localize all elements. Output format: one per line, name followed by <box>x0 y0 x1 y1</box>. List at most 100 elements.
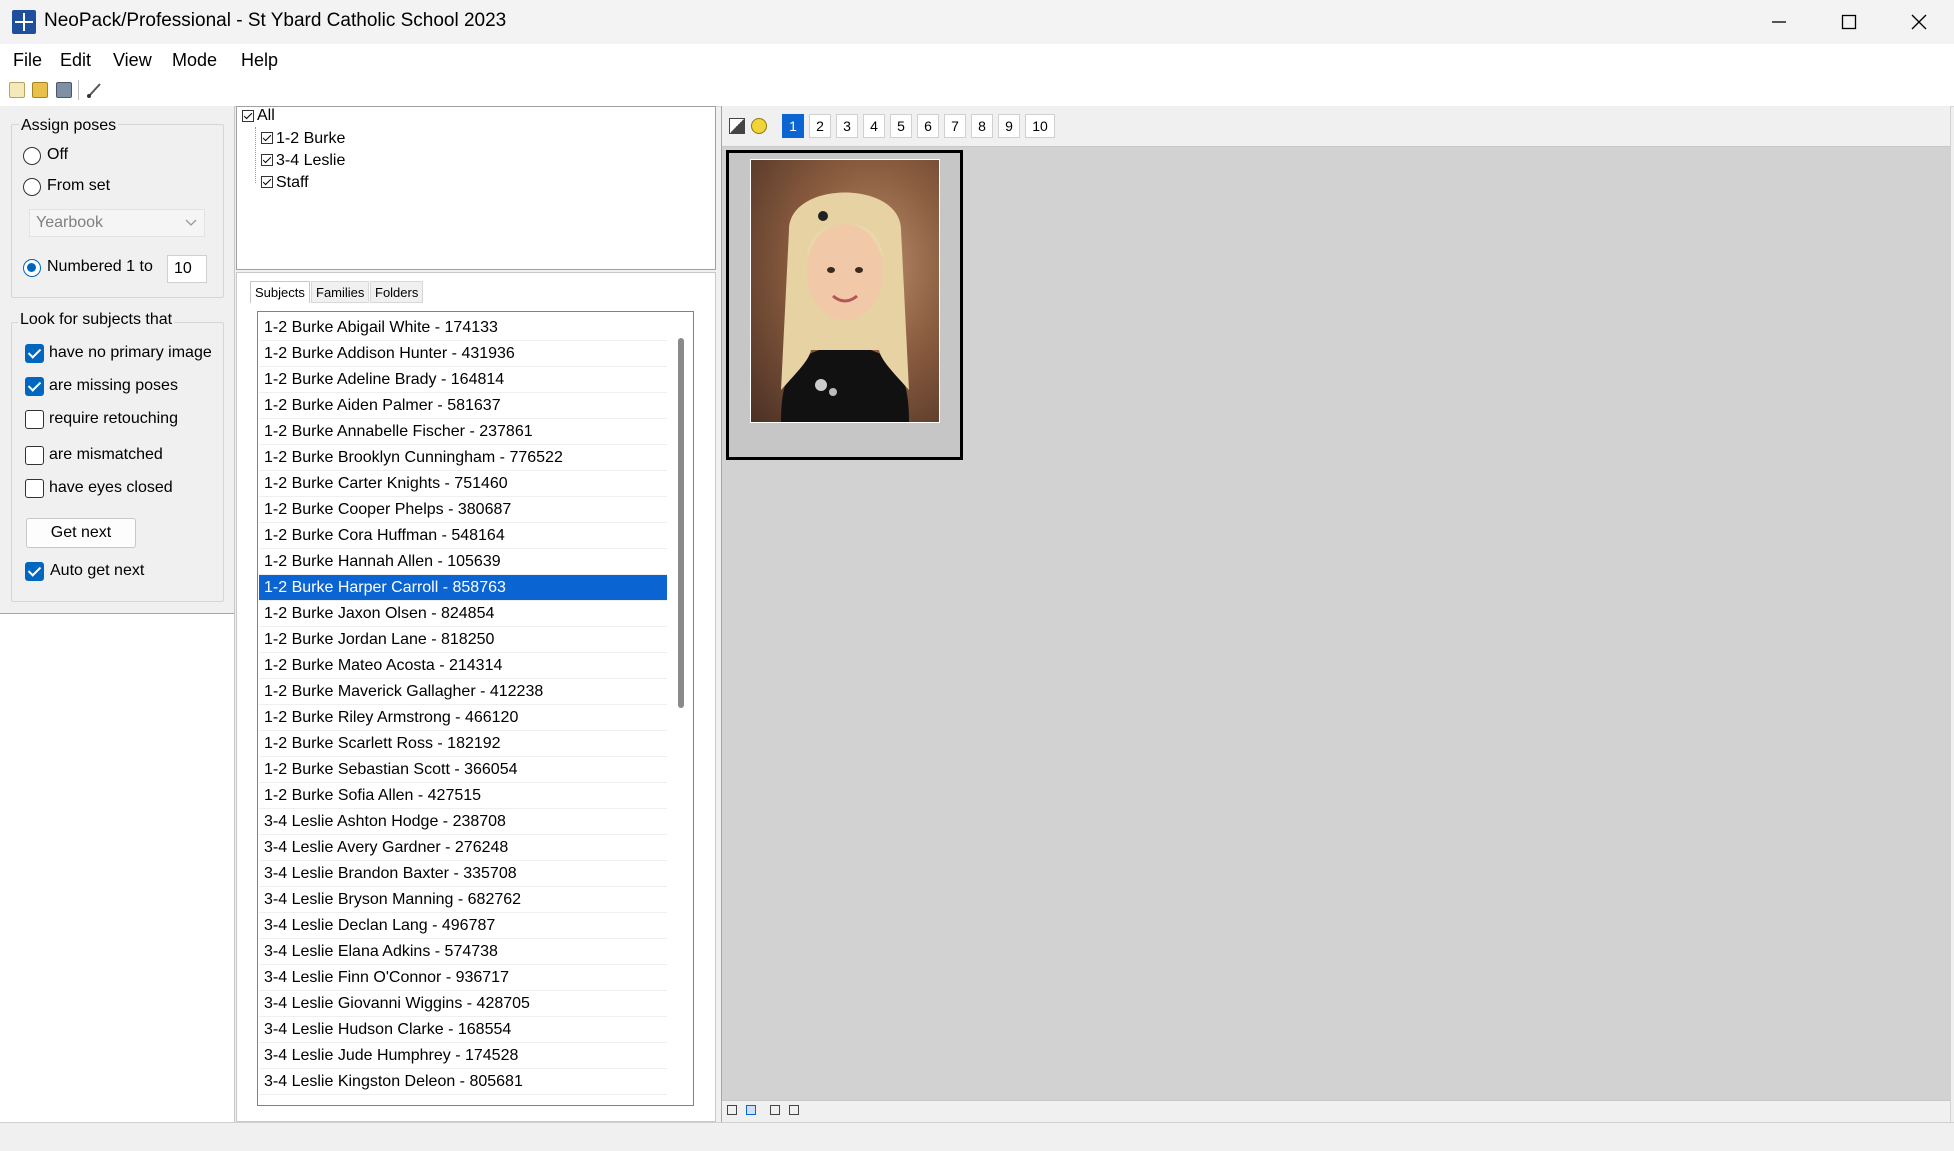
from-set-label: From set <box>47 177 111 194</box>
brush-icon[interactable] <box>86 82 102 98</box>
require-retouching-label: require retouching <box>49 410 178 427</box>
missing-poses-checkbox[interactable] <box>25 377 44 396</box>
require-retouching-checkbox[interactable] <box>25 410 44 429</box>
list-item[interactable]: 1-2 Burke Scarlett Ross - 182192 <box>259 731 667 757</box>
list-item[interactable]: 1-2 Burke Hannah Allen - 105639 <box>259 549 667 575</box>
numbered-count-input[interactable]: 10 <box>167 255 207 283</box>
brush-icon-glyph <box>87 83 101 98</box>
list-item[interactable]: 3-4 Leslie Finn O'Connor - 936717 <box>259 965 667 991</box>
list-item[interactable]: 1-2 Burke Mateo Acosta - 214314 <box>259 653 667 679</box>
menu-view[interactable]: View <box>113 50 152 71</box>
list-item[interactable]: 3-4 Leslie Kingston Deleon - 805681 <box>259 1069 667 1095</box>
list-item[interactable]: 1-2 Burke Brooklyn Cunningham - 776522 <box>259 445 667 471</box>
list-item[interactable]: 3-4 Leslie Avery Gardner - 276248 <box>259 835 667 861</box>
window-title: NeoPack/Professional - St Ybard Catholic… <box>44 10 507 31</box>
list-item[interactable]: 3-4 Leslie Brandon Baxter - 335708 <box>259 861 667 887</box>
face-icon[interactable] <box>751 118 767 134</box>
subject-photo <box>750 159 940 423</box>
list-item[interactable]: 1-2 Burke Jordan Lane - 818250 <box>259 627 667 653</box>
list-item[interactable]: 3-4 Leslie Ashton Hodge - 238708 <box>259 809 667 835</box>
eyes-closed-checkbox[interactable] <box>25 479 44 498</box>
pose-button-9[interactable]: 9 <box>998 114 1020 138</box>
pose-button-6[interactable]: 6 <box>917 114 939 138</box>
maximize-icon <box>1841 14 1857 30</box>
pose-button-5[interactable]: 5 <box>890 114 912 138</box>
save-icon[interactable] <box>56 82 72 98</box>
list-item[interactable]: 3-4 Leslie Jude Humphrey - 174528 <box>259 1043 667 1069</box>
chevron-down-icon <box>185 219 197 226</box>
pose-button-7[interactable]: 7 <box>944 114 966 138</box>
pose-set-select[interactable]: Yearbook <box>29 209 205 237</box>
list-item[interactable]: 1-2 Burke Abigail White - 174133 <box>259 315 667 341</box>
list-item[interactable]: 1-2 Burke Addison Hunter - 431936 <box>259 341 667 367</box>
tab-subjects[interactable]: Subjects <box>250 281 310 303</box>
status-bar <box>0 1122 1954 1151</box>
tree-check-all[interactable] <box>242 110 254 122</box>
new-icon[interactable] <box>9 82 25 98</box>
tree-check-3-4-leslie[interactable] <box>261 154 273 166</box>
auto-get-next-checkbox[interactable] <box>25 562 44 581</box>
list-item[interactable]: 3-4 Leslie Giovanni Wiggins - 428705 <box>259 991 667 1017</box>
list-item[interactable]: 3-4 Leslie Declan Lang - 496787 <box>259 913 667 939</box>
list-item[interactable]: 3-4 Leslie Hudson Clarke - 168554 <box>259 1017 667 1043</box>
list-item[interactable]: 3-4 Leslie Elana Adkins - 574738 <box>259 939 667 965</box>
lock-view-icon[interactable] <box>789 1105 799 1115</box>
menu-mode[interactable]: Mode <box>172 50 217 71</box>
contrast-icon[interactable] <box>729 118 745 134</box>
list-item[interactable]: 1-2 Burke Sofia Allen - 427515 <box>259 783 667 809</box>
list-scrollbar-thumb[interactable] <box>678 338 684 708</box>
pose-button-1[interactable]: 1 <box>782 114 804 138</box>
tree-item-1-2-burke[interactable]: 1-2 Burke <box>276 130 345 148</box>
list-item[interactable]: 3-4 Leslie Bryson Manning - 682762 <box>259 887 667 913</box>
open-icon[interactable] <box>32 82 48 98</box>
close-icon <box>1911 14 1927 30</box>
list-item[interactable]: 1-2 Burke Cora Huffman - 548164 <box>259 523 667 549</box>
list-item[interactable]: 1-2 Burke Annabelle Fischer - 237861 <box>259 419 667 445</box>
list-item[interactable]: 1-2 Burke Maverick Gallagher - 412238 <box>259 679 667 705</box>
toolbar <box>0 76 1954 107</box>
tree-item-staff[interactable]: Staff <box>276 174 309 192</box>
numbered-radio[interactable] <box>23 259 41 277</box>
tree-item-all[interactable]: All <box>257 107 275 125</box>
tree-check-1-2-burke[interactable] <box>261 132 273 144</box>
off-radio[interactable] <box>23 147 41 165</box>
grid-view-icon[interactable] <box>746 1105 756 1115</box>
pose-button-4[interactable]: 4 <box>863 114 885 138</box>
menu-edit[interactable]: Edit <box>60 50 91 71</box>
from-set-radio[interactable] <box>23 178 41 196</box>
tab-folders[interactable]: Folders <box>370 281 424 303</box>
list-item[interactable]: 1-2 Burke Aiden Palmer - 581637 <box>259 393 667 419</box>
close-button[interactable] <box>1884 0 1954 44</box>
list-item[interactable]: 1-2 Burke Sebastian Scott - 366054 <box>259 757 667 783</box>
list-item-selected[interactable]: 1-2 Burke Harper Carroll - 858763 <box>259 575 667 601</box>
pose-button-2[interactable]: 2 <box>809 114 831 138</box>
no-primary-image-checkbox[interactable] <box>25 344 44 363</box>
list-item[interactable]: 1-2 Burke Riley Armstrong - 466120 <box>259 705 667 731</box>
pose-button-8[interactable]: 8 <box>971 114 993 138</box>
list-item[interactable]: 1-2 Burke Adeline Brady - 164814 <box>259 367 667 393</box>
tree-connector <box>255 127 257 183</box>
maximize-button[interactable] <box>1814 0 1884 44</box>
menu-file[interactable]: File <box>13 50 42 71</box>
menu-bar <box>0 44 1954 76</box>
mismatched-checkbox[interactable] <box>25 446 44 465</box>
tab-families[interactable]: Families <box>311 281 370 303</box>
list-item[interactable]: 1-2 Burke Cooper Phelps - 380687 <box>259 497 667 523</box>
pose-button-10[interactable]: 10 <box>1025 114 1055 138</box>
no-primary-image-label: have no primary image <box>49 344 212 361</box>
list-item[interactable]: 1-2 Burke Carter Knights - 751460 <box>259 471 667 497</box>
tree-check-staff[interactable] <box>261 176 273 188</box>
get-next-button[interactable]: Get next <box>26 518 136 548</box>
auto-get-next-label: Auto get next <box>50 562 145 579</box>
list-item[interactable]: 1-2 Burke Jaxon Olsen - 824854 <box>259 601 667 627</box>
compare-view-icon[interactable] <box>770 1105 780 1115</box>
minimize-button[interactable] <box>1744 0 1814 44</box>
single-view-icon[interactable] <box>727 1105 737 1115</box>
off-label: Off <box>47 146 69 163</box>
tree-item-3-4-leslie[interactable]: 3-4 Leslie <box>276 152 345 170</box>
missing-poses-label: are missing poses <box>49 377 178 394</box>
pose-button-3[interactable]: 3 <box>836 114 858 138</box>
menu-help[interactable]: Help <box>241 50 278 71</box>
subject-list[interactable]: 1-2 Burke Abigail White - 174133 1-2 Bur… <box>257 311 694 1106</box>
view-toolbar <box>722 1100 1950 1123</box>
